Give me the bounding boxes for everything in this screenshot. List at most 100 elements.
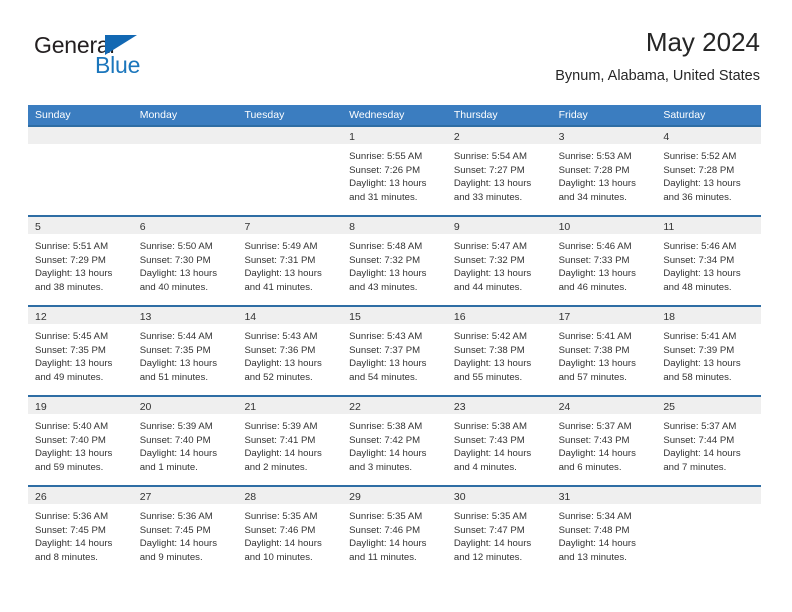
day-daylight-1-text: Daylight: 14 hours	[663, 448, 741, 460]
calendar-day-cell[interactable]: 4 Sunrise: 5:52 AM Sunset: 7:28 PM Daylight…	[656, 125, 762, 215]
calendar-day-cell[interactable]: 6 Sunrise: 5:50 AM Sunset: 7:30 PM Daylight…	[132, 215, 238, 305]
day-daylight-2-text: and 57 minutes.	[558, 371, 627, 383]
day-details: Sunrise: 5:43 AM Sunset: 7:37 PM Daylight:…	[342, 324, 447, 384]
day-daylight-2-text: and 2 minutes.	[244, 461, 308, 473]
day-sunset-text: Sunset: 7:45 PM	[35, 524, 106, 536]
day-number-band	[656, 487, 762, 504]
day-number-band: 19	[28, 397, 133, 414]
day-number-band: 2	[446, 127, 552, 144]
day-sunset-text: Sunset: 7:40 PM	[35, 434, 106, 446]
day-daylight-1-text: Daylight: 13 hours	[558, 358, 636, 370]
day-details: Sunrise: 5:55 AM Sunset: 7:26 PM Daylight:…	[342, 144, 447, 204]
calendar-day-cell[interactable]: 29 Sunrise: 5:35 AM Sunset: 7:46 PM Dayligh…	[342, 485, 447, 575]
title-block: May 2024 Bynum, Alabama, United States	[555, 26, 760, 86]
day-daylight-2-text: and 44 minutes.	[453, 281, 523, 293]
calendar-day-cell[interactable]: 19 Sunrise: 5:40 AM Sunset: 7:40 PM Dayligh…	[28, 395, 133, 485]
day-daylight-2-text: and 33 minutes.	[453, 191, 523, 203]
logo-text-blue: Blue	[95, 52, 141, 78]
calendar-day-cell[interactable]: 5 Sunrise: 5:51 AM Sunset: 7:29 PM Daylight…	[28, 215, 133, 305]
day-sunset-text: Sunset: 7:35 PM	[35, 344, 106, 356]
day-daylight-2-text: and 59 minutes.	[35, 461, 104, 473]
day-daylight-1-text: Daylight: 14 hours	[349, 448, 427, 460]
day-sunrise-text: Sunrise: 5:47 AM	[453, 241, 527, 252]
day-number: 8	[349, 221, 355, 233]
day-sunrise-text: Sunrise: 5:38 AM	[453, 421, 527, 432]
day-details: Sunrise: 5:44 AM Sunset: 7:35 PM Daylight:…	[133, 324, 238, 384]
weekday-header-sunday: Sunday	[35, 109, 71, 121]
calendar-day-cell[interactable]: 23 Sunrise: 5:38 AM Sunset: 7:43 PM Dayligh…	[446, 395, 552, 485]
calendar-day-cell[interactable]: 22 Sunrise: 5:38 AM Sunset: 7:42 PM Dayligh…	[342, 395, 447, 485]
day-daylight-2-text: and 31 minutes.	[349, 191, 418, 203]
day-sunset-text: Sunset: 7:37 PM	[349, 344, 421, 356]
day-sunrise-text: Sunrise: 5:43 AM	[244, 331, 318, 342]
day-details: Sunrise: 5:46 AM Sunset: 7:34 PM Daylight:…	[656, 234, 761, 294]
day-sunset-text: Sunset: 7:38 PM	[453, 344, 525, 356]
page-header: General Blue May 2024 Bynum, Alabama, Un…	[28, 26, 760, 98]
calendar-day-cell[interactable]: 28 Sunrise: 5:35 AM Sunset: 7:46 PM Dayligh…	[237, 485, 343, 575]
calendar-day-cell[interactable]: 12 Sunrise: 5:45 AM Sunset: 7:35 PM Dayligh…	[28, 305, 133, 395]
day-details: Sunrise: 5:52 AM Sunset: 7:28 PM Daylight:…	[656, 144, 761, 204]
day-number-band: 25	[656, 397, 762, 414]
day-number-band: 23	[446, 397, 552, 414]
day-daylight-1-text: Daylight: 14 hours	[453, 538, 532, 550]
day-number-band: 30	[446, 487, 552, 504]
day-daylight-2-text: and 52 minutes.	[244, 371, 313, 383]
calendar-day-cell[interactable]: 14 Sunrise: 5:43 AM Sunset: 7:36 PM Dayligh…	[237, 305, 343, 395]
calendar-day-cell[interactable]: 7 Sunrise: 5:49 AM Sunset: 7:31 PM Daylight…	[237, 215, 343, 305]
day-daylight-2-text: and 41 minutes.	[244, 281, 313, 293]
calendar-week-row: 19 Sunrise: 5:40 AM Sunset: 7:40 PM Dayligh…	[28, 395, 762, 485]
day-number-band: 28	[237, 487, 343, 504]
day-number: 27	[139, 491, 152, 503]
day-daylight-2-text: and 36 minutes.	[663, 191, 732, 203]
calendar-day-cell[interactable]: 26 Sunrise: 5:36 AM Sunset: 7:45 PM Dayligh…	[28, 485, 133, 575]
calendar-day-cell[interactable]: 27 Sunrise: 5:36 AM Sunset: 7:45 PM Dayligh…	[132, 485, 238, 575]
day-number-band: 14	[237, 307, 343, 324]
calendar-day-cell[interactable]: 3 Sunrise: 5:53 AM Sunset: 7:28 PM Daylight…	[551, 125, 657, 215]
day-number: 16	[453, 311, 466, 323]
day-sunrise-text: Sunrise: 5:34 AM	[558, 511, 632, 522]
day-number: 13	[139, 311, 152, 323]
calendar-day-cell[interactable]: 18 Sunrise: 5:41 AM Sunset: 7:39 PM Dayligh…	[656, 305, 762, 395]
day-details: Sunrise: 5:47 AM Sunset: 7:32 PM Daylight:…	[447, 234, 552, 294]
day-details: Sunrise: 5:41 AM Sunset: 7:38 PM Daylight:…	[552, 324, 657, 384]
day-sunrise-text: Sunrise: 5:46 AM	[663, 241, 737, 252]
calendar-day-cell[interactable]: 9 Sunrise: 5:47 AM Sunset: 7:32 PM Daylight…	[446, 215, 552, 305]
calendar-day-cell[interactable]: 13 Sunrise: 5:44 AM Sunset: 7:35 PM Dayligh…	[132, 305, 238, 395]
day-details: Sunrise: 5:35 AM Sunset: 7:46 PM Daylight:…	[342, 504, 447, 564]
day-sunrise-text: Sunrise: 5:48 AM	[349, 241, 423, 252]
day-sunset-text: Sunset: 7:46 PM	[349, 524, 421, 536]
day-sunset-text: Sunset: 7:29 PM	[35, 254, 106, 266]
weekday-header-friday: Friday	[558, 109, 588, 121]
calendar-day-cell[interactable]: 20 Sunrise: 5:39 AM Sunset: 7:40 PM Dayligh…	[132, 395, 238, 485]
calendar-day-cell[interactable]: 24 Sunrise: 5:37 AM Sunset: 7:43 PM Dayligh…	[551, 395, 657, 485]
calendar-day-cell[interactable]: 25 Sunrise: 5:37 AM Sunset: 7:44 PM Dayligh…	[656, 395, 762, 485]
calendar-day-cell[interactable]: 30 Sunrise: 5:35 AM Sunset: 7:47 PM Dayligh…	[446, 485, 552, 575]
calendar-day-cell[interactable]: 10 Sunrise: 5:46 AM Sunset: 7:33 PM Dayligh…	[551, 215, 657, 305]
day-number-band: 11	[656, 217, 762, 234]
day-sunrise-text: Sunrise: 5:42 AM	[453, 331, 527, 342]
day-daylight-1-text: Daylight: 13 hours	[453, 358, 532, 370]
day-details: Sunrise: 5:51 AM Sunset: 7:29 PM Daylight:…	[28, 234, 133, 294]
calendar-page: General Blue May 2024 Bynum, Alabama, Un…	[0, 0, 792, 612]
weekday-header-monday: Monday	[139, 109, 178, 121]
weekday-header-row: Sunday Monday Tuesday Wednesday Thursday Frid…	[28, 105, 761, 125]
calendar-day-cell[interactable]: 8 Sunrise: 5:48 AM Sunset: 7:32 PM Daylight…	[342, 215, 447, 305]
day-sunset-text: Sunset: 7:41 PM	[244, 434, 316, 446]
day-daylight-2-text: and 55 minutes.	[453, 371, 523, 383]
calendar-day-cell[interactable]: 11 Sunrise: 5:46 AM Sunset: 7:34 PM Dayligh…	[656, 215, 762, 305]
day-daylight-1-text: Daylight: 13 hours	[139, 358, 218, 370]
calendar-day-cell-empty	[237, 125, 343, 215]
day-number-band: 20	[132, 397, 238, 414]
calendar-day-cell[interactable]: 15 Sunrise: 5:43 AM Sunset: 7:37 PM Dayligh…	[342, 305, 447, 395]
calendar-day-cell[interactable]: 16 Sunrise: 5:42 AM Sunset: 7:38 PM Dayligh…	[446, 305, 552, 395]
calendar-day-cell[interactable]: 31 Sunrise: 5:34 AM Sunset: 7:48 PM Dayligh…	[551, 485, 657, 575]
calendar-day-cell[interactable]: 1 Sunrise: 5:55 AM Sunset: 7:26 PM Daylight…	[342, 125, 447, 215]
day-daylight-1-text: Daylight: 14 hours	[349, 538, 427, 550]
day-sunset-text: Sunset: 7:39 PM	[663, 344, 735, 356]
calendar-day-cell[interactable]: 17 Sunrise: 5:41 AM Sunset: 7:38 PM Dayligh…	[551, 305, 657, 395]
calendar-day-cell[interactable]: 21 Sunrise: 5:39 AM Sunset: 7:41 PM Dayligh…	[237, 395, 343, 485]
day-daylight-1-text: Daylight: 13 hours	[139, 268, 218, 280]
calendar-day-cell[interactable]: 2 Sunrise: 5:54 AM Sunset: 7:27 PM Daylight…	[446, 125, 552, 215]
day-sunset-text: Sunset: 7:28 PM	[558, 164, 630, 176]
page-title: May 2024	[645, 27, 760, 57]
